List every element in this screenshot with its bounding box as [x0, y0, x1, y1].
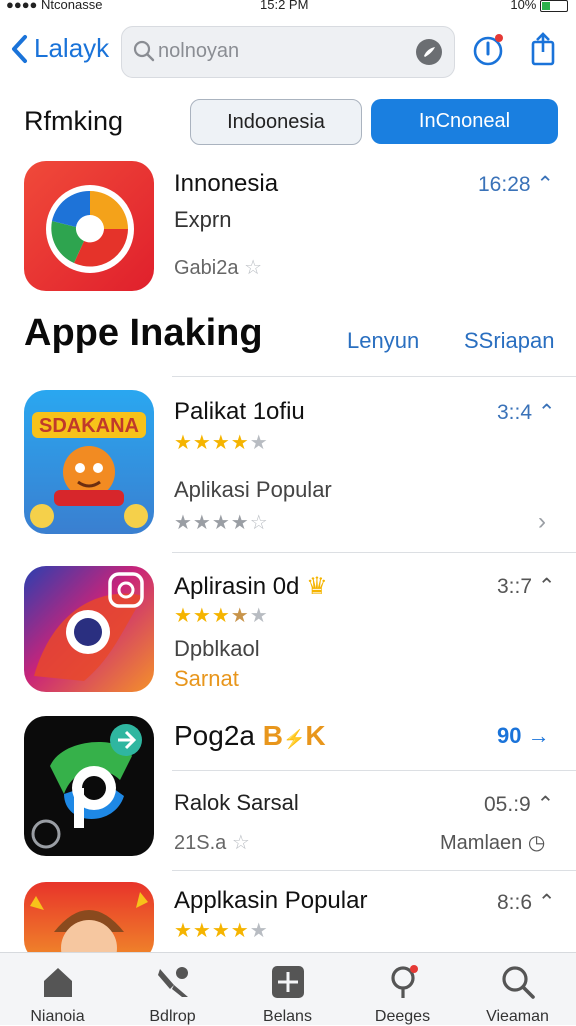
app-icon-3[interactable]	[24, 716, 154, 856]
double-arrow-icon: →	[527, 723, 550, 748]
tab-tools[interactable]: Bdlrop	[115, 953, 230, 1026]
person-search-icon	[390, 965, 418, 998]
app-subtime-3: 05.:9 ⌃	[484, 793, 555, 816]
featured-time: 16:28 ⌃	[478, 173, 555, 196]
back-label: Lalayk	[34, 33, 110, 63]
segment-selected[interactable]: InCnoneal	[371, 99, 558, 144]
search-bar[interactable]: nolnoyan	[121, 26, 455, 78]
chevron-icon: ⌃	[536, 793, 555, 816]
swirl-logo-icon	[46, 185, 134, 273]
voice-search-icon[interactable]	[416, 39, 442, 65]
app-time-2: 3::7 ⌃	[497, 575, 556, 598]
lightning-icon: ⚡	[282, 729, 306, 749]
chevron-icon: ⌃	[537, 891, 556, 914]
chevron-right-icon[interactable]: ›	[538, 508, 546, 536]
status-bar: ●●●● Ntconasse 15:2 PM 10%	[0, 0, 576, 16]
app-subtitle-1: Aplikasi Popular	[174, 477, 332, 502]
star-outline-icon: ☆	[244, 257, 262, 279]
tab-updates[interactable]: Belans	[230, 953, 345, 1026]
divider	[172, 552, 576, 553]
carrier-label: ●●●● Ntconasse	[6, 0, 103, 12]
share-icon[interactable]	[526, 32, 560, 66]
chevron-icon: ⌃	[537, 575, 556, 598]
crown-icon: ♛	[306, 573, 328, 600]
star-outline-icon: ☆	[231, 832, 250, 854]
tab-label: Deeges	[374, 1008, 431, 1025]
rating-stars-2: ★★★★★	[174, 605, 269, 627]
featured-rating: Gabi2a ☆	[174, 257, 262, 279]
app-tag-2: Sarnat	[174, 666, 239, 691]
app-name-3[interactable]: Pog2a B⚡K	[174, 720, 326, 752]
notification-icon[interactable]	[471, 32, 505, 66]
tab-profile[interactable]: Deeges	[345, 953, 460, 1026]
divider	[172, 376, 576, 377]
home-icon	[43, 968, 72, 997]
app-time-3[interactable]: 90 →	[497, 723, 550, 749]
section-link-a[interactable]: Lenyun	[347, 328, 419, 354]
app-time-1: 3::4 ⌃	[497, 401, 556, 424]
divider	[172, 770, 576, 771]
back-button[interactable]: Lalayk	[10, 33, 109, 64]
rating-stars-4: ★★★★★	[174, 920, 269, 942]
app-rating-text-3: 21S.a ☆	[174, 832, 250, 854]
rating-stars-1b: ★★★★☆	[174, 512, 269, 534]
tab-label: Nianoia	[30, 1008, 85, 1025]
chevron-left-icon	[12, 34, 27, 63]
battery-icon	[540, 0, 568, 12]
app-icon-2[interactable]	[24, 566, 154, 692]
section-link-b[interactable]: SSriapan	[464, 328, 555, 354]
chevron-icon: ⌃	[537, 401, 556, 424]
app-name-2[interactable]: Aplirasin 0d ♛	[174, 572, 328, 601]
tab-search[interactable]: Vieaman	[460, 953, 575, 1026]
tab-label: Belans	[263, 1008, 312, 1025]
svg-text:SDAKANA: SDAKANA	[39, 415, 139, 437]
tab-label: Vieaman	[486, 1008, 549, 1025]
featured-app-icon[interactable]	[24, 161, 154, 291]
rating-stars-1: ★★★★★	[174, 432, 269, 454]
plus-box-icon	[271, 966, 304, 998]
tab-home[interactable]: Nianoia	[0, 953, 115, 1026]
app-icon-4[interactable]	[24, 882, 154, 962]
p-logo-icon	[31, 724, 142, 849]
search-icon	[133, 40, 155, 62]
clock: 15:2 PM	[260, 0, 309, 12]
camera-logo-icon	[34, 572, 144, 681]
game-mascot-icon: SDAKANA	[30, 412, 148, 528]
app-action-3[interactable]: Mamlaen ◷	[440, 830, 545, 855]
search-input[interactable]: nolnoyan	[158, 40, 239, 63]
battery-indicator: 10%	[510, 0, 568, 12]
tools-icon	[157, 967, 188, 997]
search-icon	[501, 966, 535, 999]
app-subtitle-2: Dpblkaol	[174, 636, 260, 661]
ranking-title: Rfmking	[24, 106, 124, 136]
chevron-down-icon: ⌃	[536, 173, 555, 196]
clock-icon: ◷	[527, 832, 546, 854]
segment-indonesia[interactable]: Indoonesia	[190, 99, 362, 145]
tab-label: Bdlrop	[149, 1008, 196, 1025]
app-subname-3: Ralok Sarsal	[174, 790, 299, 815]
featured-app-subtitle: Exprn	[174, 207, 232, 232]
section-title: Appe Inaking	[24, 312, 263, 354]
app-name-1[interactable]: Palikat 1ofiu	[174, 398, 305, 426]
featured-app-name[interactable]: Innonesia	[174, 170, 278, 198]
app-name-4[interactable]: Applkasin Popular	[174, 887, 367, 915]
character-face-icon	[30, 892, 148, 962]
app-icon-1[interactable]: SDAKANA	[24, 390, 154, 534]
tab-bar: Nianoia Bdlrop Belans Deeges Vieaman	[0, 952, 576, 1025]
divider	[172, 870, 576, 871]
app-time-4: 8::6 ⌃	[497, 891, 556, 914]
